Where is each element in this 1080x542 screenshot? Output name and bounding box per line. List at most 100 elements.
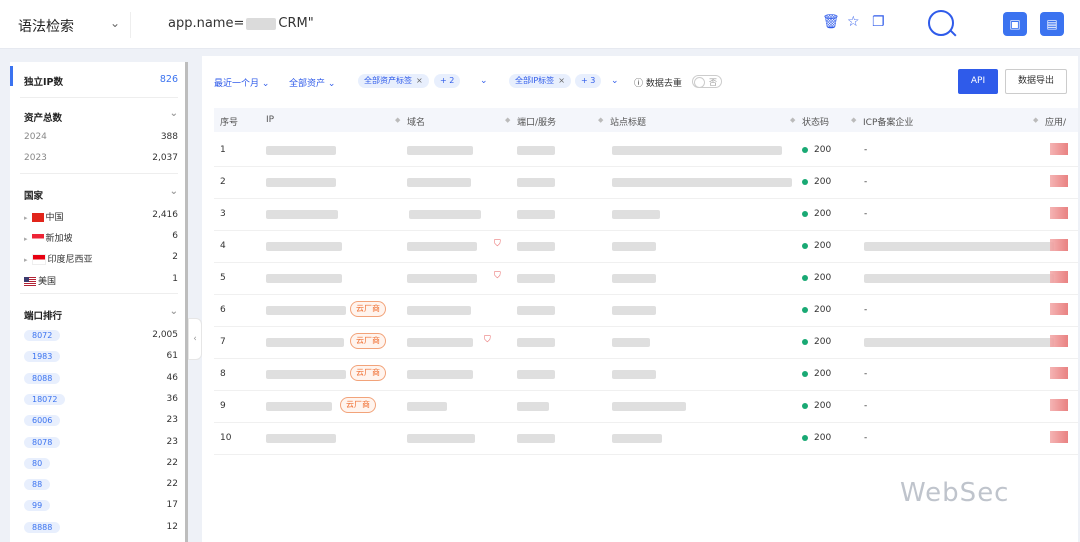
status-code-text: 200 <box>814 401 832 411</box>
port-item[interactable]: 88 22 <box>24 479 178 491</box>
port-item[interactable]: 8078 23 <box>24 436 178 448</box>
port-item[interactable]: 6006 23 <box>24 415 178 427</box>
app-logo-icon <box>1050 303 1068 315</box>
table-row[interactable]: 3 200 - <box>214 198 1078 231</box>
user-card-icon[interactable]: ▣ <box>1003 12 1027 36</box>
redacted-value <box>612 178 792 187</box>
chevron-down-icon: ⌄ <box>169 186 178 197</box>
search-icon[interactable] <box>928 10 954 36</box>
api-button[interactable]: API <box>958 69 998 94</box>
section-country[interactable]: 国家 ⌄ <box>24 186 178 202</box>
th-domain[interactable]: 域名 <box>407 115 425 128</box>
th-ip[interactable]: IP <box>266 115 274 125</box>
chevron-down-icon: ⌄ <box>327 79 336 89</box>
table-row[interactable]: 9 云厂商 200 - <box>214 390 1078 423</box>
chevron-down-icon: ⌄ <box>261 79 270 89</box>
status-code-text: 200 <box>814 145 832 155</box>
status-code-text: 200 <box>814 209 832 219</box>
redacted-value <box>409 210 481 219</box>
document-icon[interactable]: ▤ <box>1040 12 1064 36</box>
copy-icon[interactable]: ❐ <box>872 14 885 30</box>
redacted-value <box>266 402 332 411</box>
dedup-label: ⓘ 数据去重 <box>634 76 682 89</box>
table-row[interactable]: 1 200 - <box>214 134 1078 167</box>
status-code: 200 <box>802 369 831 379</box>
redacted-value <box>612 306 656 315</box>
table-row[interactable]: 8 云厂商 200 - <box>214 358 1078 391</box>
divider <box>20 173 178 174</box>
star-icon[interactable]: ☆ <box>847 14 860 30</box>
th-icp[interactable]: ICP备案企业 <box>863 115 913 128</box>
ip-tag-chip[interactable]: 全部IP标签 × <box>509 74 571 88</box>
table-row[interactable]: 10 200 - <box>214 422 1078 455</box>
th-title[interactable]: 站点标题 <box>610 115 646 128</box>
redacted-value <box>612 402 686 411</box>
year-item[interactable]: 2024 388 <box>24 132 178 142</box>
caret-right-icon[interactable]: ▸ <box>24 235 28 243</box>
port-item[interactable]: 18072 36 <box>24 393 178 405</box>
port-item[interactable]: 8888 12 <box>24 521 178 533</box>
sidebar-scrollbar[interactable] <box>185 62 188 542</box>
table-row[interactable]: 2 200 - <box>214 166 1078 199</box>
redacted-value <box>266 338 344 347</box>
sidebar-item-unique-ip[interactable]: 独立IP数 826 <box>24 74 178 88</box>
country-name: 中国 <box>45 213 64 223</box>
th-port[interactable]: 端口/服务 <box>517 115 556 128</box>
export-button[interactable]: 数据导出 <box>1005 69 1067 94</box>
caret-right-icon[interactable]: ▸ <box>24 214 28 222</box>
collapse-sidebar-button[interactable]: ‹ <box>188 318 202 360</box>
country-item[interactable]: ▸ 印度尼西亚 2 <box>24 252 178 265</box>
trash-icon[interactable]: 🗑 <box>822 14 840 30</box>
app-logo-icon <box>1050 399 1068 411</box>
table-row[interactable]: 7 云厂商 ⛉ 200 <box>214 326 1078 359</box>
port-count: 23 <box>166 415 178 426</box>
redacted-value <box>266 146 336 155</box>
port-item[interactable]: 99 17 <box>24 500 178 512</box>
country-item[interactable]: 美国 1 <box>24 274 178 287</box>
sort-mark: ◆ <box>505 116 511 124</box>
year-label: 2024 <box>24 132 47 142</box>
redacted-value <box>266 178 336 187</box>
row-index: 3 <box>220 209 226 219</box>
redacted-value <box>517 434 555 443</box>
section-asset-total[interactable]: 资产总数 ⌄ <box>24 108 178 124</box>
ip-tag-more[interactable]: + 3 <box>575 74 602 88</box>
port-pill: 99 <box>24 500 51 512</box>
time-filter[interactable]: 最近一个月 ⌄ <box>214 76 269 89</box>
query-input[interactable]: app.name= CRM" <box>168 16 314 31</box>
table-row[interactable]: 4 ⛉ 200 <box>214 230 1078 263</box>
th-app[interactable]: 应用/ <box>1045 115 1066 128</box>
status-code-text: 200 <box>814 433 832 443</box>
redacted-value <box>266 242 342 251</box>
country-item[interactable]: ▸ 中国 2,416 <box>24 210 178 223</box>
year-item[interactable]: 2023 2,037 <box>24 153 178 163</box>
port-item[interactable]: 1983 61 <box>24 351 178 363</box>
caret-right-icon[interactable]: ▸ <box>24 256 28 264</box>
dedup-toggle[interactable]: 否 <box>692 75 722 88</box>
search-mode-label: 语法检索 <box>18 19 74 35</box>
port-count: 22 <box>166 479 178 490</box>
chevron-down-icon[interactable]: ⌄ <box>480 76 488 86</box>
asset-tag-more[interactable]: + 2 <box>434 74 461 88</box>
asset-tag-chip[interactable]: 全部资产标签 × <box>358 74 429 88</box>
chevron-down-icon[interactable]: ⌄ <box>611 76 619 86</box>
table-row[interactable]: 6 云厂商 200 - <box>214 294 1078 327</box>
section-ports[interactable]: 端口排行 ⌄ <box>24 306 178 322</box>
help-icon: ⓘ <box>634 79 644 89</box>
country-item[interactable]: ▸ 新加坡 6 <box>24 231 178 244</box>
search-mode-select[interactable]: 语法检索 ⌄ <box>18 16 120 36</box>
asset-filter[interactable]: 全部资产 ⌄ <box>289 76 335 89</box>
close-icon[interactable]: × <box>558 76 565 85</box>
port-item[interactable]: 8072 2,005 <box>24 330 178 341</box>
table-row[interactable]: 5 ⛉ 200 <box>214 262 1078 295</box>
port-item[interactable]: 80 22 <box>24 457 178 469</box>
app-logo-icon <box>1050 431 1068 443</box>
icp-value: - <box>864 305 868 315</box>
close-icon[interactable]: × <box>416 76 423 85</box>
status-code: 200 <box>802 433 831 443</box>
redacted-value <box>407 370 473 379</box>
port-item[interactable]: 8088 46 <box>24 372 178 384</box>
status-code: 200 <box>802 145 831 155</box>
th-status[interactable]: 状态码 <box>802 115 829 128</box>
status-code: 200 <box>802 273 831 283</box>
